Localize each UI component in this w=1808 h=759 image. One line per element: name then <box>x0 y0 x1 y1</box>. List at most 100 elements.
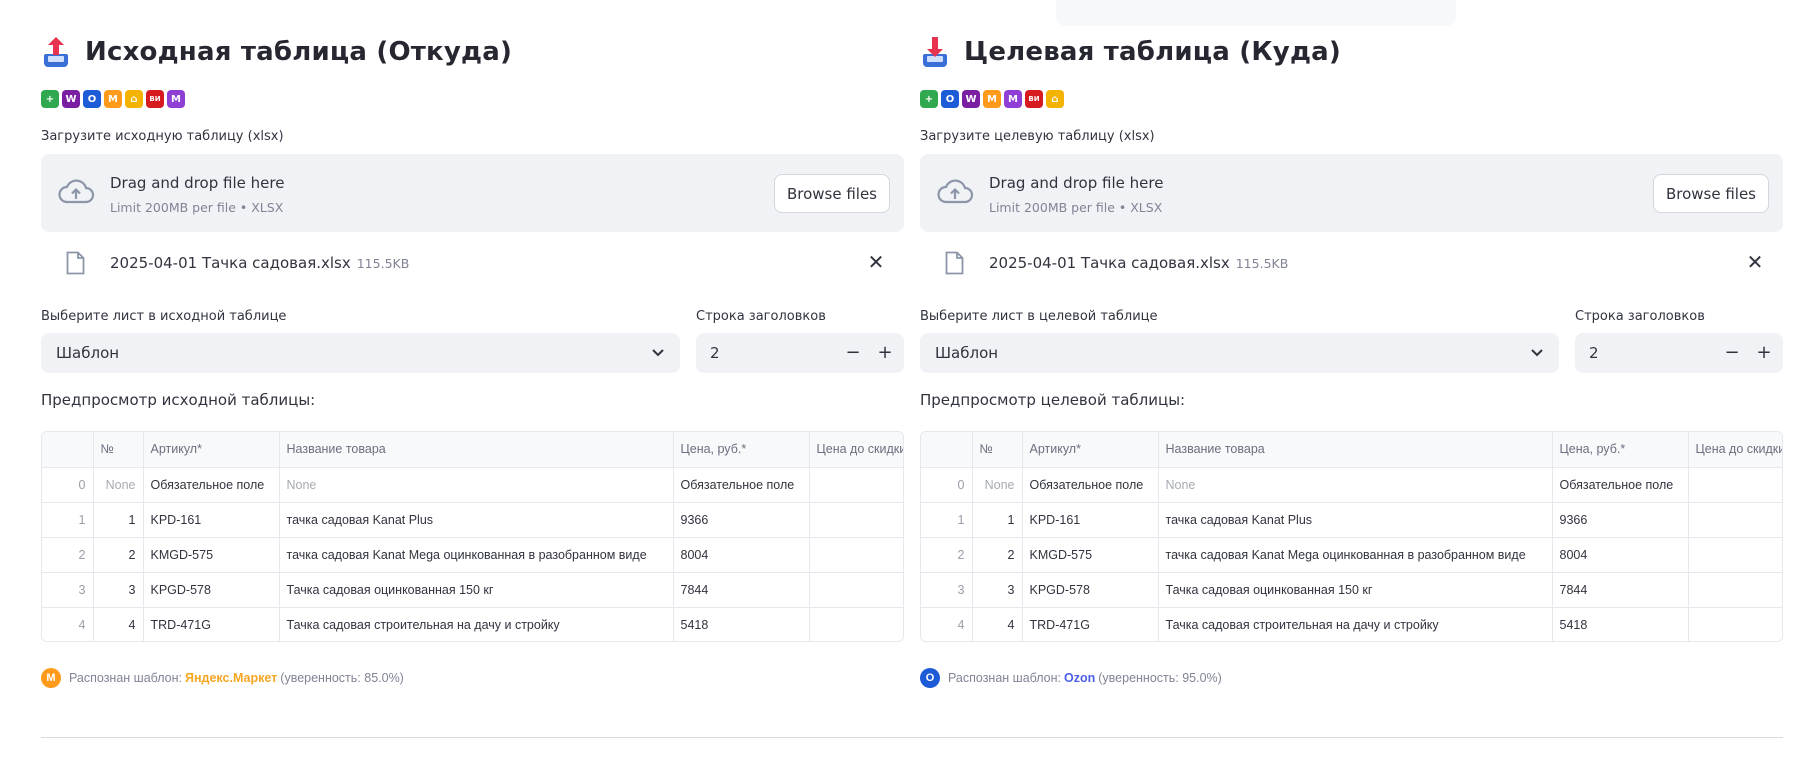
file-icon <box>945 251 964 275</box>
table-cell[interactable] <box>1688 502 1782 538</box>
row-index: 1 <box>921 502 973 538</box>
column-header[interactable]: № <box>972 432 1023 468</box>
column-header[interactable]: № <box>93 432 144 468</box>
source-header-row-input[interactable]: 2 − + <box>696 333 904 373</box>
column-header[interactable]: Название товара <box>1158 432 1553 468</box>
increment-button[interactable]: + <box>1753 341 1775 365</box>
table-cell[interactable]: Тачка садовая оцинкованная 150 кг <box>279 572 674 608</box>
column-header[interactable]: Цена до скидки <box>809 432 903 468</box>
table-cell[interactable]: Обязательное поле <box>1022 467 1159 503</box>
column-header[interactable]: Цена, руб.* <box>673 432 810 468</box>
table-cell[interactable]: 3 <box>93 572 144 608</box>
remove-file-close-icon[interactable]: ✕ <box>866 252 886 272</box>
column-header[interactable]: Цена, руб.* <box>1552 432 1689 468</box>
column-header[interactable]: Артикул* <box>1022 432 1159 468</box>
source-sheet-select[interactable]: Шаблон <box>41 333 680 373</box>
ozon-icon: O <box>83 90 101 108</box>
table-cell[interactable] <box>809 502 903 538</box>
wildberries-icon: W <box>62 90 80 108</box>
table-cell[interactable] <box>809 467 903 503</box>
plus-icon: + <box>920 90 938 108</box>
table-cell[interactable]: KPD-161 <box>143 502 280 538</box>
target-header-row-input[interactable]: 2 − + <box>1575 333 1783 373</box>
table-cell[interactable]: KMGD-575 <box>1022 537 1159 573</box>
table-cell[interactable]: None <box>972 467 1023 503</box>
source-preview-label: Предпросмотр исходной таблицы: <box>41 391 316 409</box>
table-cell[interactable] <box>1688 537 1782 573</box>
source-header-row-value: 2 <box>710 344 720 362</box>
table-cell[interactable]: KPGD-578 <box>143 572 280 608</box>
home-icon: ⌂ <box>1046 90 1064 108</box>
target-header-row-value: 2 <box>1589 344 1599 362</box>
target-preview-label: Предпросмотр целевой таблицы: <box>920 391 1186 409</box>
table-row: 3 3 KPGD-578 Тачка садовая оцинкованная 150… <box>42 572 903 608</box>
decrement-button[interactable]: − <box>1721 341 1743 365</box>
table-cell[interactable]: KPD-161 <box>1022 502 1159 538</box>
source-preview-table[interactable]: № Артикул* Название товара Цена, руб.* Ц… <box>41 431 904 642</box>
table-cell[interactable]: тачка садовая Kanat Mega оцинкованная в … <box>1158 537 1553 573</box>
table-cell[interactable]: 4 <box>93 607 144 641</box>
table-cell[interactable]: 4 <box>972 607 1023 641</box>
target-file-dropzone[interactable]: Drag and drop file here Limit 200MB per … <box>920 154 1783 232</box>
row-index: 4 <box>42 607 94 641</box>
table-cell[interactable]: тачка садовая Kanat Plus <box>1158 502 1553 538</box>
wildberries-icon: W <box>962 90 980 108</box>
table-cell[interactable]: 5418 <box>673 607 810 641</box>
column-header[interactable]: Название товара <box>279 432 674 468</box>
table-cell[interactable]: 1 <box>93 502 144 538</box>
table-cell[interactable]: Обязательное поле <box>143 467 280 503</box>
table-cell[interactable]: 3 <box>972 572 1023 608</box>
yandex-market-icon: M <box>983 90 1001 108</box>
table-cell[interactable]: 9366 <box>1552 502 1689 538</box>
browse-files-button[interactable]: Browse files <box>1652 174 1769 213</box>
table-cell[interactable]: 1 <box>972 502 1023 538</box>
remove-file-close-icon[interactable]: ✕ <box>1745 252 1765 272</box>
table-cell[interactable]: 2 <box>93 537 144 573</box>
target-title-text: Целевая таблица (Куда) <box>964 37 1341 67</box>
table-cell[interactable]: KPGD-578 <box>1022 572 1159 608</box>
table-cell[interactable] <box>809 572 903 608</box>
increment-button[interactable]: + <box>874 341 896 365</box>
column-header[interactable] <box>921 432 973 468</box>
target-preview-table[interactable]: № Артикул* Название товара Цена, руб.* Ц… <box>920 431 1783 642</box>
table-cell[interactable]: TRD-471G <box>1022 607 1159 641</box>
table-cell[interactable]: Тачка садовая строительная на дачу и стр… <box>279 607 674 641</box>
table-row: 3 3 KPGD-578 Тачка садовая оцинкованная 150… <box>921 572 1782 608</box>
table-cell[interactable]: 7844 <box>673 572 810 608</box>
target-sheet-select[interactable]: Шаблон <box>920 333 1559 373</box>
vi-icon: ВИ <box>146 90 164 108</box>
table-cell[interactable]: 9366 <box>673 502 810 538</box>
table-cell[interactable]: 2 <box>972 537 1023 573</box>
decrement-button[interactable]: − <box>842 341 864 365</box>
table-cell[interactable]: TRD-471G <box>143 607 280 641</box>
table-cell[interactable]: Обязательное поле <box>673 467 810 503</box>
table-cell[interactable]: тачка садовая Kanat Mega оцинкованная в … <box>279 537 674 573</box>
table-cell[interactable] <box>809 607 903 641</box>
table-cell[interactable] <box>1688 572 1782 608</box>
table-cell[interactable]: тачка садовая Kanat Plus <box>279 502 674 538</box>
row-index: 1 <box>42 502 94 538</box>
table-cell[interactable] <box>1688 467 1782 503</box>
table-row: 4 4 TRD-471G Тачка садовая строительная на … <box>42 607 903 641</box>
detect-prefix: Распознан шаблон: <box>948 671 1062 685</box>
source-file-dropzone[interactable]: Drag and drop file here Limit 200MB per … <box>41 154 904 232</box>
table-cell[interactable]: 8004 <box>1552 537 1689 573</box>
column-header[interactable]: Артикул* <box>143 432 280 468</box>
table-cell[interactable]: 5418 <box>1552 607 1689 641</box>
column-header[interactable]: Цена до скидки <box>1688 432 1782 468</box>
table-row: 1 1 KPD-161 тачка садовая Kanat Plus 9366 <box>42 502 903 538</box>
table-cell[interactable]: Тачка садовая строительная на дачу и стр… <box>1158 607 1553 641</box>
browse-files-button[interactable]: Browse files <box>773 174 890 213</box>
table-cell[interactable]: Тачка садовая оцинкованная 150 кг <box>1158 572 1553 608</box>
dropzone-title: Drag and drop file here <box>110 174 285 192</box>
table-cell[interactable]: None <box>93 467 144 503</box>
table-cell[interactable]: 7844 <box>1552 572 1689 608</box>
table-cell[interactable]: KMGD-575 <box>143 537 280 573</box>
table-cell[interactable]: Обязательное поле <box>1552 467 1689 503</box>
table-cell[interactable] <box>809 537 903 573</box>
column-header[interactable] <box>42 432 94 468</box>
table-cell[interactable]: 8004 <box>673 537 810 573</box>
table-cell[interactable]: None <box>1158 467 1553 503</box>
table-cell[interactable]: None <box>279 467 674 503</box>
table-cell[interactable] <box>1688 607 1782 641</box>
